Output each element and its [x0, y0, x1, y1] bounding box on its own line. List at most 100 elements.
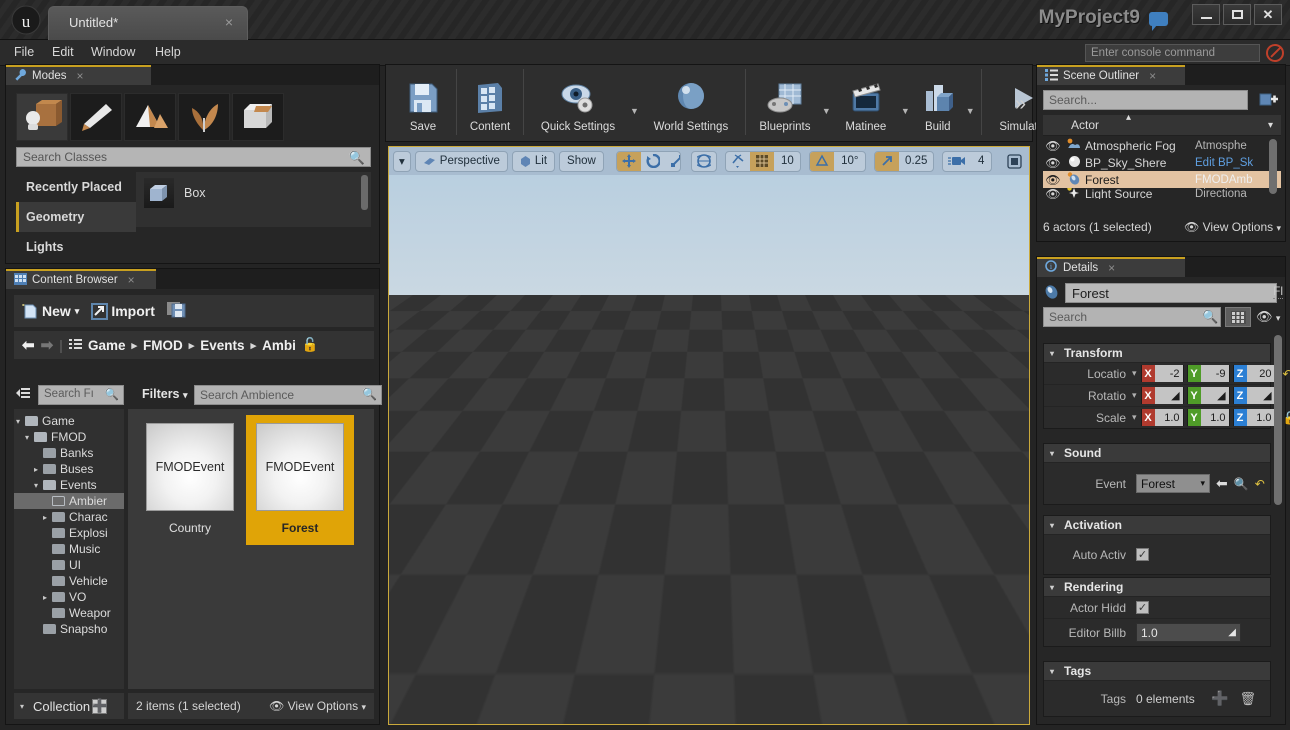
chevron-down-icon[interactable]: ▾	[75, 306, 80, 317]
source-search-input[interactable]: Search Fı 🔍	[38, 385, 124, 405]
outliner-add-button[interactable]	[1259, 90, 1279, 110]
scale-snap-icon[interactable]	[875, 152, 899, 171]
actor-hidden-checkbox[interactable]: ✓	[1136, 601, 1149, 614]
chevron-icon[interactable]: ▸	[43, 593, 52, 602]
tree-item-explosi[interactable]: Explosi	[14, 525, 124, 541]
menu-edit[interactable]: Edit	[52, 45, 74, 59]
scale-z[interactable]: Z1.0	[1233, 409, 1276, 426]
location-z[interactable]: Z20	[1233, 365, 1276, 382]
blueprints-dropdown-icon[interactable]: ▼	[822, 92, 831, 116]
visibility-eye-icon[interactable]: 👁	[1043, 139, 1063, 153]
search-classes-input[interactable]: Search Classes 🔍	[16, 147, 371, 167]
asset-search-input[interactable]: Search Ambience 🔍	[194, 385, 382, 405]
breadcrumb-fmod[interactable]: FMOD	[143, 338, 183, 353]
add-collection-icon[interactable]: ➕	[92, 699, 107, 714]
reset-icon[interactable]: ↶	[1283, 367, 1290, 381]
close-icon[interactable]: ×	[1149, 69, 1156, 83]
tree-item-vehicle[interactable]: Vehicle	[14, 573, 124, 589]
quick-settings-dropdown-icon[interactable]: ▼	[630, 92, 639, 116]
console-disabled-icon[interactable]	[1266, 44, 1284, 62]
auto-activate-checkbox[interactable]: ✓	[1136, 548, 1149, 561]
maximize-button[interactable]	[1223, 4, 1251, 25]
column-actor-label[interactable]: Actor	[1071, 118, 1099, 132]
minimize-button[interactable]	[1192, 4, 1220, 25]
feedback-icon[interactable]	[1149, 12, 1168, 26]
outliner-actor-type[interactable]: Edit BP_Sk	[1195, 157, 1273, 169]
scale-snap-value[interactable]: 0.25	[899, 152, 933, 171]
forward-arrow-icon[interactable]: ➡	[41, 336, 54, 354]
tab-details[interactable]: i Details ×	[1037, 257, 1185, 277]
visibility-eye-icon[interactable]: 👁	[1043, 173, 1063, 187]
camera-speed-value[interactable]: 4	[971, 152, 991, 171]
lock-icon[interactable]: 🔓	[302, 337, 319, 353]
tab-content-browser[interactable]: Content Browser ×	[6, 269, 156, 289]
blueprints-button[interactable]: Blueprints	[750, 69, 820, 133]
scale-gizmo-icon[interactable]	[665, 152, 682, 171]
grid-snap-icon[interactable]	[750, 152, 774, 171]
build-dropdown-icon[interactable]: ▼	[966, 92, 975, 116]
filter-label[interactable]: Fl	[1273, 284, 1283, 299]
sources-toggle-icon[interactable]	[16, 387, 31, 403]
matinee-dropdown-icon[interactable]: ▼	[901, 92, 910, 116]
add-tag-icon[interactable]: ➕	[1211, 690, 1228, 707]
table-row[interactable]: 👁 Forest FMODAmb	[1043, 171, 1281, 188]
menu-file[interactable]: File	[14, 45, 34, 59]
close-icon[interactable]: ×	[225, 14, 233, 30]
camera-mode-button[interactable]: Perspective	[415, 151, 508, 172]
category-lights[interactable]: Lights	[16, 232, 136, 262]
section-header[interactable]: ▾ Rendering	[1044, 578, 1270, 596]
location-x[interactable]: X-2	[1141, 365, 1184, 382]
import-button[interactable]: Import	[91, 303, 155, 320]
toolbar-overflow-button[interactable]: »	[1015, 93, 1026, 116]
surface-snap-icon[interactable]	[726, 152, 750, 171]
tree-item-events[interactable]: ▾Events	[14, 477, 124, 493]
tree-item-music[interactable]: Music	[14, 541, 124, 557]
angle-snap-value[interactable]: 10°	[834, 152, 865, 171]
viewport-options-button[interactable]: ▾	[393, 151, 411, 172]
breadcrumb-ambience[interactable]: Ambi	[262, 338, 296, 353]
coordinate-system-button[interactable]	[691, 151, 717, 172]
grid-snap-value[interactable]: 10	[774, 152, 800, 171]
new-asset-button[interactable]: New ▾	[22, 303, 79, 320]
collections-button[interactable]: ▾ Collection ➕	[14, 693, 124, 719]
close-icon[interactable]: ×	[77, 69, 84, 83]
landscape-mode-icon[interactable]	[124, 93, 176, 141]
rotate-gizmo-icon[interactable]	[641, 152, 665, 171]
tree-item-buses[interactable]: ▸Buses	[14, 461, 124, 477]
place-mode-icon[interactable]	[16, 93, 68, 141]
table-row[interactable]: 👁 Atmospheric Fog Atmosphe	[1043, 137, 1281, 154]
lock-icon[interactable]: 🔓	[1283, 411, 1290, 425]
chevron-icon[interactable]: ▾	[25, 433, 34, 442]
show-menu-button[interactable]: Show	[559, 151, 604, 172]
tree-item-weapor[interactable]: Weapor	[14, 605, 124, 621]
scrollbar[interactable]	[1274, 335, 1282, 505]
menu-help[interactable]: Help	[155, 45, 181, 59]
use-selected-asset-icon[interactable]: ⬅	[1216, 475, 1228, 492]
sort-ascending-icon[interactable]: ▴	[1126, 112, 1131, 123]
rotation-x[interactable]: X◢	[1141, 387, 1184, 404]
view-options-button[interactable]: 👁 View Options ▾	[269, 699, 366, 713]
tree-item-game[interactable]: ▾Game	[14, 413, 124, 429]
spinner-icon[interactable]: ◢	[1228, 627, 1236, 638]
table-row[interactable]: 👁 Light Source Directiona	[1043, 188, 1281, 199]
tree-item-vo[interactable]: ▸VO	[14, 589, 124, 605]
visibility-eye-icon[interactable]: 👁	[1043, 156, 1063, 170]
angle-snap-icon[interactable]	[810, 152, 834, 171]
build-button[interactable]: Build	[912, 69, 964, 133]
tab-scene-outliner[interactable]: Scene Outliner ×	[1037, 65, 1185, 85]
actor-name-field[interactable]: Forest	[1065, 283, 1277, 303]
quick-settings-button[interactable]: Quick Settings	[528, 69, 628, 133]
paint-mode-icon[interactable]	[70, 93, 122, 141]
content-button[interactable]: Content	[461, 69, 519, 133]
event-combo[interactable]: Forest ▾	[1136, 474, 1210, 493]
close-button[interactable]: ✕	[1254, 4, 1282, 25]
world-settings-button[interactable]: World Settings	[641, 69, 741, 133]
asset-tile-country[interactable]: FMODEvent Country	[136, 415, 244, 545]
breadcrumb-game[interactable]: Game	[88, 338, 126, 353]
list-item[interactable]: Box	[136, 172, 371, 214]
chevron-icon[interactable]: ▸	[34, 465, 43, 474]
outliner-search-input[interactable]: Search... 🔍	[1043, 90, 1248, 110]
tree-item-banks[interactable]: Banks	[14, 445, 124, 461]
viewport-scene[interactable]: Z Y Level: Untitled (Persistent)	[389, 175, 1029, 724]
close-icon[interactable]: ×	[1108, 261, 1115, 275]
